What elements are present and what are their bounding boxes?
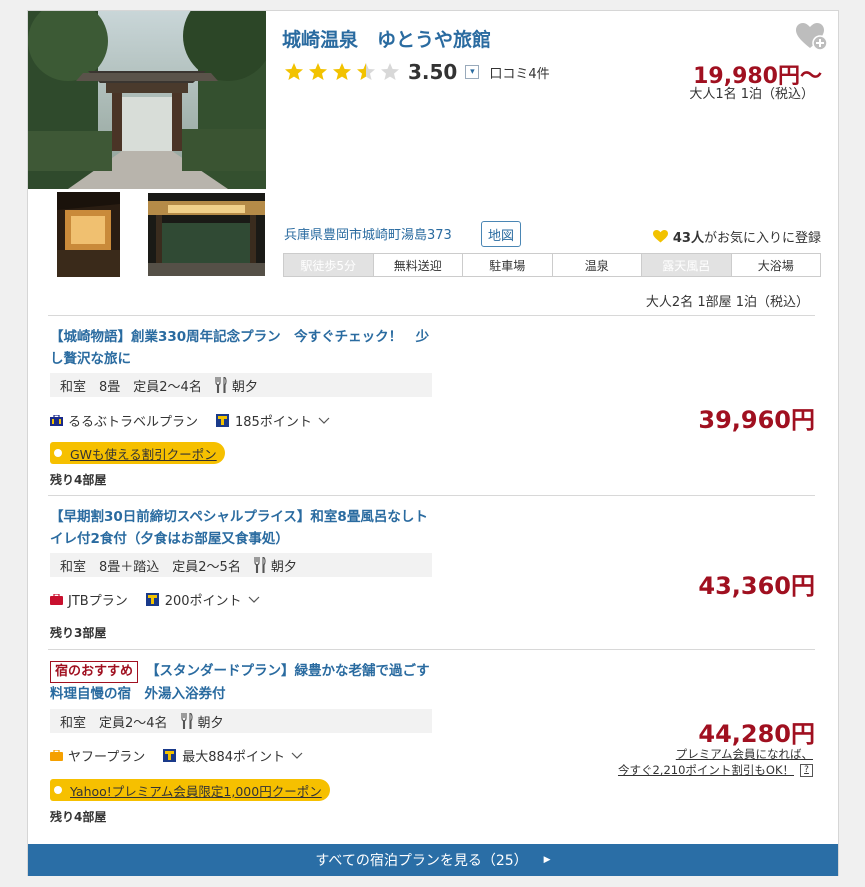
plan-provider-row: ヤフープラン 最大884ポイント — [50, 746, 303, 765]
hotel-address: 兵庫県豊岡市城崎町湯島373 — [284, 228, 452, 243]
recommended-badge: 宿のおすすめ — [50, 661, 139, 683]
chevron-down-icon[interactable] — [248, 596, 260, 604]
provider-jtb-icon — [50, 594, 63, 605]
plan-room-text: 和室 8畳 定員2～4名 — [60, 379, 202, 395]
coupon-label[interactable]: GWも使える割引クーポン — [70, 444, 217, 463]
rooms-left: 残り3部屋 — [50, 626, 107, 640]
t-point-icon — [163, 749, 177, 762]
plan-price: 39,960円 — [698, 406, 815, 434]
amenity-large-bath: 大浴場 — [731, 254, 820, 276]
hotel-thumbnail-1[interactable] — [57, 192, 120, 277]
plan-room-info: 和室 定員2～4名 朝夕 — [50, 709, 432, 733]
plan-item: 【城崎物語】創業330周年記念プラン 今すぐチェック！ 少し贅沢な旅に 和室 8… — [48, 315, 815, 495]
amenity-station-walk: 駅徒歩5分 — [284, 254, 374, 276]
star-empty-icon — [381, 63, 399, 80]
premium-note-line1[interactable]: プレミアム会員になれば、 — [676, 747, 813, 761]
coupon-tag[interactable]: Yahoo!プレミアム会員限定1,000円クーポン — [50, 779, 330, 801]
hotel-main-photo[interactable] — [28, 11, 266, 189]
plan-meal-text: 朝夕 — [231, 379, 258, 395]
play-arrow-icon: ▶ — [543, 855, 551, 865]
plan-price: 43,360円 — [698, 572, 815, 600]
plan-item: 宿のおすすめ 【スタンダードプラン】緑豊かな老舗で過ごす料理自慢の宿 外湯入浴券付… — [48, 649, 815, 829]
provider-yahoo-icon — [50, 750, 63, 761]
rating-dropdown-toggle[interactable]: ▾ — [465, 65, 480, 79]
favorite-count: 43人 がお気に入りに登録 — [652, 227, 821, 246]
t-point-icon — [145, 593, 159, 606]
plan-provider-row: JTBプラン 200ポイント — [50, 590, 260, 609]
plan-provider-name: JTBプラン — [68, 594, 128, 609]
provider-rurubu-icon — [50, 415, 63, 426]
review-count-link[interactable]: 口コミ4件 — [489, 63, 549, 82]
chevron-down-icon[interactable] — [291, 752, 303, 760]
premium-member-note[interactable]: プレミアム会員になれば、 今すぐ2,210ポイント割引もOK！? — [618, 746, 813, 778]
pavilion-photo-image — [148, 193, 265, 276]
favorite-count-number: 43人 — [672, 231, 704, 246]
plan-provider-row: るるぶトラベルプラン 185ポイント — [50, 411, 330, 430]
amenity-parking: 駐車場 — [463, 254, 553, 276]
rooms-left: 残り4部屋 — [50, 810, 107, 824]
plan-price: 44,280円 — [698, 720, 815, 748]
plan-meal-text: 朝夕 — [197, 715, 224, 731]
plan-title-link[interactable]: 【早期割30日前締切スペシャルプライス】和室8畳風呂なしトイレ付2食付（夕食はお… — [50, 506, 435, 550]
plan-room-text: 和室 8畳＋踏込 定員2～5名 — [60, 559, 241, 575]
coupon-label[interactable]: Yahoo!プレミアム会員限定1,000円クーポン — [70, 781, 322, 800]
star-full-icon — [333, 63, 351, 80]
gate-photo-image — [28, 11, 266, 189]
plan-provider-name: ヤフープラン — [68, 750, 146, 765]
add-favorite-heart-icon[interactable] — [796, 23, 828, 51]
hotel-thumbnail-2[interactable] — [148, 193, 265, 276]
t-point-icon — [216, 414, 230, 427]
meal-fork-knife-icon — [180, 713, 193, 729]
star-full-icon — [309, 63, 327, 80]
plan-item: 【早期割30日前締切スペシャルプライス】和室8畳風呂なしトイレ付2食付（夕食はお… — [48, 495, 815, 649]
plan-provider-name: るるぶトラベルプラン — [68, 415, 199, 430]
plan-title-link[interactable]: 【城崎物語】創業330周年記念プラン 今すぐチェック！ 少し贅沢な旅に — [50, 326, 435, 370]
see-all-plans-label: すべての宿泊プランを見る（25） — [315, 853, 528, 869]
hotel-name-link[interactable]: 城崎温泉 ゆとうや旅館 — [282, 25, 491, 52]
star-half-icon — [357, 63, 375, 80]
amenity-free-shuttle: 無料送迎 — [373, 254, 463, 276]
chevron-down-icon[interactable] — [318, 417, 330, 425]
rating-row: 3.50 ▾ 口コミ4件 — [284, 60, 550, 84]
star-full-icon — [285, 63, 303, 80]
plan-points[interactable]: 200ポイント — [165, 590, 242, 609]
corridor-photo-image — [57, 192, 120, 277]
plan-room-info: 和室 8畳＋踏込 定員2～5名 朝夕 — [50, 553, 432, 577]
meal-fork-knife-icon — [254, 557, 266, 573]
plan-title-block: 宿のおすすめ 【スタンダードプラン】緑豊かな老舗で過ごす料理自慢の宿 外湯入浴券付 — [50, 660, 435, 705]
see-all-plans-button[interactable]: すべての宿泊プランを見る（25） ▶ — [28, 844, 838, 876]
rooms-left: 残り4部屋 — [50, 473, 107, 487]
plan-room-info: 和室 8畳 定員2～4名 朝夕 — [50, 373, 432, 397]
premium-note-line2[interactable]: 今すぐ2,210ポイント割引もOK！ — [618, 763, 794, 777]
plan-meal-text: 朝夕 — [270, 559, 297, 575]
coupon-tag[interactable]: GWも使える割引クーポン — [50, 442, 225, 464]
help-icon[interactable]: ? — [800, 764, 813, 777]
hotel-card: 城崎温泉 ゆとうや旅館 3.50 ▾ 口コミ4件 19,980円～ 大人1名 1… — [27, 10, 839, 876]
map-button[interactable]: 地図 — [481, 221, 522, 247]
plan-points[interactable]: 最大884ポイント — [182, 746, 285, 765]
guest-condition-note: 大人2名 1部屋 1泊（税込） — [645, 295, 809, 310]
rating-score: 3.50 — [408, 60, 458, 84]
plan-points[interactable]: 185ポイント — [235, 411, 312, 430]
heart-icon — [652, 230, 668, 243]
amenity-hot-spring: 温泉 — [552, 254, 642, 276]
meal-fork-knife-icon — [215, 377, 227, 393]
favorite-count-suffix: がお気に入りに登録 — [703, 231, 821, 246]
plan-room-text: 和室 定員2～4名 — [60, 715, 168, 731]
hotel-price-note: 大人1名 1泊（税込） — [689, 87, 814, 102]
amenity-open-air-bath: 露天風呂 — [642, 254, 732, 276]
amenity-tags: 駅徒歩5分 無料送迎 駐車場 温泉 露天風呂 大浴場 — [283, 253, 821, 277]
